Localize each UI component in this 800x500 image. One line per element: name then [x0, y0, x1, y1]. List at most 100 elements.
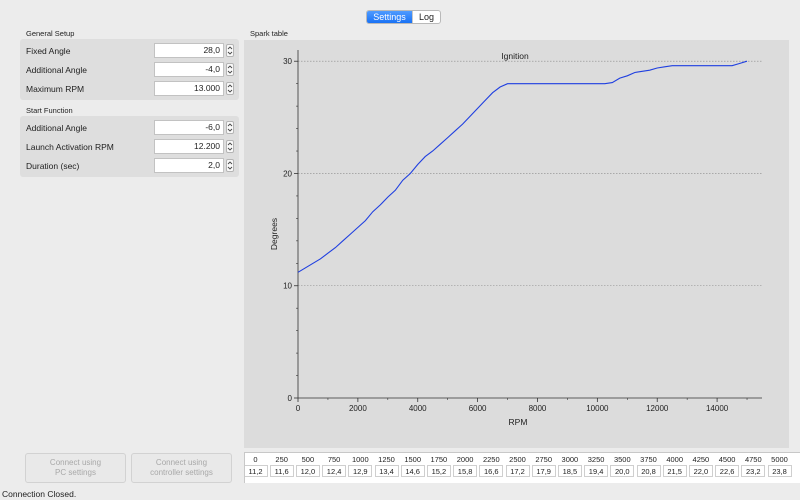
y-tick-label: 10 [283, 282, 292, 291]
ignition-chart: Ignition RPM Degrees 0 10 20 30 0 2000 4000 600… [269, 50, 762, 427]
spark-table-rpm-header: 4250 [692, 455, 710, 464]
spark-table-degree-cell[interactable]: 19,4 [584, 465, 609, 477]
tab-settings[interactable]: Settings [367, 11, 412, 23]
spark-table-degree-cell[interactable]: 20,8 [636, 465, 661, 477]
fixed-angle-field[interactable]: 28,0 [154, 43, 224, 58]
x-tick-label: 14000 [706, 404, 729, 413]
spark-table-rpm-header: 1750 [430, 455, 448, 464]
spark-table-rpm-header: 2500 [509, 455, 526, 464]
y-axis-label: Degrees [269, 218, 279, 250]
spark-table-degree-cell[interactable]: 21,5 [662, 465, 687, 477]
stepper-arrows-icon [227, 123, 233, 132]
view-tabs: Settings Log [366, 10, 441, 24]
spark-table-rpm-header: 5000 [771, 455, 788, 464]
x-tick-label: 6000 [469, 404, 487, 413]
connect-controller-settings-button[interactable]: Connect using controller settings [131, 453, 232, 483]
maximum-rpm-label: Maximum RPM [26, 84, 85, 94]
start-additional-angle-row: Additional Angle -6,0 [20, 120, 239, 136]
duration-row: Duration (sec) 2,0 [20, 158, 239, 174]
spark-table-rpm-header: 3750 [640, 455, 657, 464]
fixed-angle-stepper[interactable] [226, 44, 234, 57]
spark-table-degree-cell[interactable]: 22,6 [715, 465, 740, 477]
stepper-arrows-icon [227, 65, 233, 74]
duration-stepper[interactable] [226, 159, 234, 172]
connect-controller-line1: Connect using [155, 458, 208, 467]
x-tick-label: 12000 [646, 404, 669, 413]
spark-table-rpm-header: 0 [253, 455, 258, 464]
additional-angle-stepper[interactable] [226, 63, 234, 76]
maximum-rpm-stepper[interactable] [226, 82, 234, 95]
spark-table-degree-cell[interactable]: 11,2 [245, 465, 268, 477]
spark-table-degree-cell[interactable]: 18,5 [557, 465, 582, 477]
spark-table-degree-cell[interactable]: 11,6 [269, 465, 294, 477]
chart-title: Ignition [501, 51, 529, 61]
start-function-group: Additional Angle -6,0 Launch Activation … [20, 116, 239, 177]
spark-table-degree-cell[interactable]: 15,2 [426, 465, 451, 477]
launch-activation-rpm-label: Launch Activation RPM [26, 142, 114, 152]
stepper-arrows-icon [227, 161, 233, 170]
spark-table-rpm-header: 1000 [351, 455, 369, 464]
start-additional-angle-label: Additional Angle [26, 123, 87, 133]
spark-table-rpm-header: 4000 [666, 455, 684, 464]
spark-table-rpm-header: 500 [301, 455, 315, 464]
fixed-angle-row: Fixed Angle 28,0 [20, 43, 239, 59]
y-tick-label: 0 [288, 394, 293, 403]
additional-angle-field[interactable]: -4,0 [154, 62, 224, 77]
tab-log[interactable]: Log [412, 11, 440, 23]
spark-table-rpm-header: 250 [275, 455, 288, 464]
spark-table-degree-cell[interactable]: 14,6 [400, 465, 425, 477]
ignition-chart-panel: Ignition RPM Degrees 0 10 20 30 0 2000 4000 600… [244, 40, 789, 448]
duration-field[interactable]: 2,0 [154, 158, 224, 173]
spark-table-degree-cell[interactable]: 17,9 [531, 465, 556, 477]
spark-table-degree-cell[interactable]: 22,0 [688, 465, 713, 477]
additional-angle-label: Additional Angle [26, 65, 87, 75]
connect-pc-line2: PC settings [55, 468, 96, 477]
spark-table: 0 11,2 250 11,6 500 12,0 750 12,4 1000 12,9 1250 13… [244, 452, 800, 483]
launch-activation-rpm-field[interactable]: 12.200 [154, 139, 224, 154]
spark-table-degree-cell[interactable]: 12,9 [348, 465, 373, 477]
x-tick-label: 2000 [349, 404, 367, 413]
y-tick-label: 30 [283, 57, 292, 66]
connection-status: Connection Closed. [2, 489, 77, 499]
spark-table-rpm-header: 3500 [613, 455, 631, 464]
spark-table-rpm-header: 4500 [718, 455, 736, 464]
spark-table-rpm-header: 1500 [404, 455, 422, 464]
spark-table-rpm-header: 3000 [561, 455, 579, 464]
spark-table-degree-cell[interactable]: 17,2 [505, 465, 530, 477]
connect-pc-settings-button[interactable]: Connect using PC settings [25, 453, 126, 483]
launch-activation-rpm-stepper[interactable] [226, 140, 234, 153]
spark-table-degree-cell[interactable]: 23,8 [767, 465, 792, 477]
spark-table-degree-cell[interactable]: 12,4 [322, 465, 347, 477]
connect-pc-line1: Connect using [49, 458, 102, 467]
spark-table-rpm-header: 1250 [378, 455, 395, 464]
duration-label: Duration (sec) [26, 161, 80, 171]
general-setup-group: Fixed Angle 28,0 Additional Angle -4,0 M… [20, 39, 239, 100]
spark-table-rpm-header: 4750 [744, 455, 762, 464]
spark-table-rpm-header: 3250 [587, 455, 605, 464]
spark-table-rpm-header: 750 [327, 455, 341, 464]
stepper-arrows-icon [227, 84, 233, 93]
launch-activation-rpm-row: Launch Activation RPM 12.200 [20, 139, 239, 155]
additional-angle-row: Additional Angle -4,0 [20, 62, 239, 78]
spark-table-degree-cell[interactable]: 16,6 [479, 465, 504, 477]
spark-table-degree-cell[interactable]: 15,8 [453, 465, 478, 477]
ignition-series-line [297, 60, 748, 273]
start-additional-angle-field[interactable]: -6,0 [154, 120, 224, 135]
spark-table-degree-cell[interactable]: 13,4 [374, 465, 399, 477]
x-tick-label: 0 [296, 404, 301, 413]
fixed-angle-label: Fixed Angle [26, 46, 71, 56]
spark-table-degree-cell[interactable]: 12,0 [295, 465, 320, 477]
y-tick-label: 20 [283, 169, 292, 178]
stepper-arrows-icon [227, 142, 233, 151]
general-setup-title: General Setup [26, 29, 75, 38]
maximum-rpm-field[interactable]: 13.000 [154, 81, 224, 96]
start-additional-angle-stepper[interactable] [226, 121, 234, 134]
spark-table-rpm-header: 2000 [456, 455, 474, 464]
spark-table-title: Spark table [250, 29, 288, 38]
x-tick-label: 4000 [409, 404, 427, 413]
spark-table-rpm-header: 2750 [535, 455, 553, 464]
spark-table-degree-cell[interactable]: 20,0 [610, 465, 635, 477]
spark-table-degree-cell[interactable]: 23,2 [741, 465, 766, 477]
start-function-title: Start Function [26, 106, 73, 115]
x-axis-label: RPM [509, 417, 528, 427]
